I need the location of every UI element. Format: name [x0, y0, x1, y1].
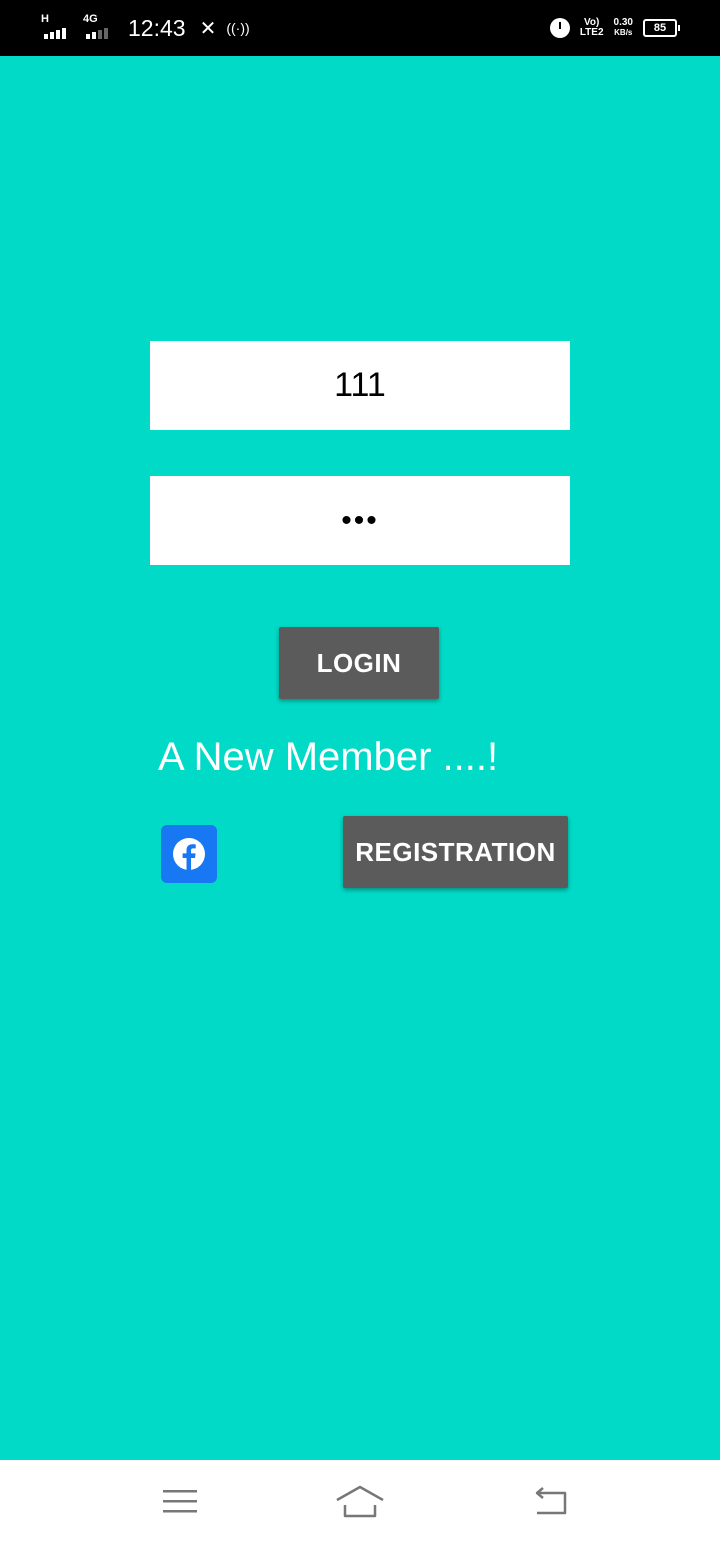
- sim1-signal: H: [40, 13, 74, 43]
- back-button[interactable]: [510, 1460, 590, 1544]
- sim2-network-type: 4G: [83, 13, 98, 25]
- facebook-icon: [173, 838, 205, 871]
- home-icon: [336, 1485, 384, 1518]
- status-left: H 4G 12:43 ✕ ((·)): [40, 0, 250, 56]
- new-member-prompt: A New Member ....!: [158, 735, 499, 779]
- menu-button[interactable]: [140, 1460, 220, 1544]
- navigation-bar: [0, 1460, 720, 1544]
- alarm-icon: [549, 18, 570, 38]
- username-value: 111: [334, 366, 386, 404]
- home-button[interactable]: [320, 1460, 400, 1544]
- username-field[interactable]: 111: [150, 341, 570, 430]
- registration-button-label: REGISTRATION: [355, 836, 556, 867]
- signal-icon: [44, 28, 66, 39]
- password-value: •••: [341, 503, 379, 537]
- signal-icon: [86, 28, 108, 39]
- status-time: 12:43: [128, 14, 186, 41]
- facebook-login-button[interactable]: [161, 825, 217, 883]
- battery-level: 85: [643, 19, 677, 37]
- registration-button[interactable]: REGISTRATION: [343, 816, 568, 888]
- battery-icon: 85: [643, 19, 680, 37]
- sim1-network-type: H: [41, 13, 49, 25]
- battery-tip: [678, 25, 680, 31]
- hotspot-icon: ((·)): [226, 20, 250, 36]
- login-button-label: LOGIN: [316, 647, 402, 678]
- back-icon: [535, 1487, 567, 1515]
- network-speed: 0.30 KB/s: [614, 18, 633, 38]
- speed-value: 0.30: [613, 17, 633, 28]
- speed-unit: KB/s: [614, 28, 633, 37]
- volte-line2: LTE2: [579, 27, 604, 38]
- status-right: Vo) LTE2 0.30 KB/s 85: [549, 0, 680, 56]
- status-bar: H 4G 12:43 ✕ ((·)) Vo) LTE2 0.30 KB/s 85: [0, 0, 720, 56]
- menu-icon: [163, 1490, 197, 1513]
- login-button[interactable]: LOGIN: [279, 627, 439, 699]
- password-field[interactable]: •••: [150, 476, 570, 565]
- volte-indicator: Vo) LTE2: [580, 18, 604, 38]
- tools-icon: ✕: [199, 17, 217, 40]
- sim2-signal: 4G: [82, 13, 116, 43]
